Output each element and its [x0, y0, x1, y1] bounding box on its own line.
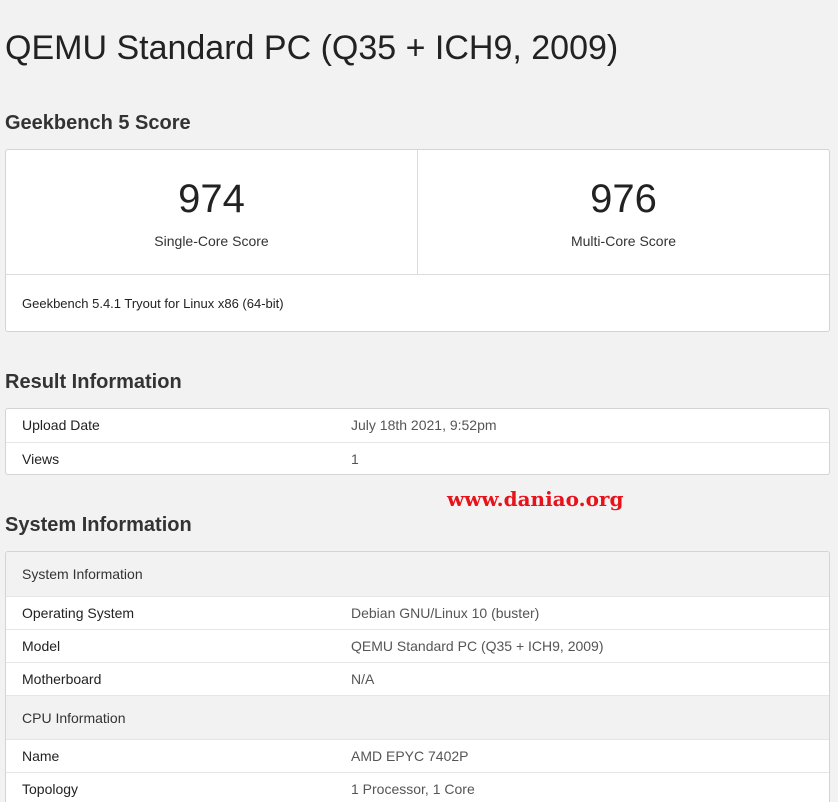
- single-core-cell: 974 Single-Core Score: [6, 150, 417, 274]
- row-value: 1: [351, 451, 359, 467]
- table-row-views: Views 1: [6, 442, 829, 474]
- row-value: July 18th 2021, 9:52pm: [351, 417, 497, 433]
- score-row: 974 Single-Core Score 976 Multi-Core Sco…: [6, 150, 829, 275]
- table-row-topology: Topology 1 Processor, 1 Core: [6, 772, 829, 802]
- system-information-table: System Information Operating System Debi…: [5, 551, 830, 802]
- row-value: Debian GNU/Linux 10 (buster): [351, 605, 540, 621]
- single-core-label: Single-Core Score: [154, 233, 269, 249]
- row-key: Operating System: [22, 605, 135, 621]
- multi-core-cell: 976 Multi-Core Score: [417, 150, 829, 274]
- system-information-heading: System Information: [5, 514, 192, 536]
- result-information-heading: Result Information: [5, 371, 182, 393]
- row-key: Topology: [22, 781, 79, 797]
- table-row-model: Model QEMU Standard PC (Q35 + ICH9, 2009…: [6, 629, 829, 662]
- table-row-upload-date: Upload Date July 18th 2021, 9:52pm: [6, 409, 829, 442]
- single-core-score: 974: [178, 177, 245, 221]
- multi-core-label: Multi-Core Score: [570, 233, 677, 249]
- row-value: N/A: [351, 671, 375, 687]
- row-value: QEMU Standard PC (Q35 + ICH9, 2009): [351, 638, 604, 654]
- page: QEMU Standard PC (Q35 + ICH9, 2009) Geek…: [0, 0, 838, 802]
- row-key: Motherboard: [22, 671, 102, 687]
- table-row-operating-system: Operating System Debian GNU/Linux 10 (bu…: [6, 596, 829, 629]
- geekbench-version: Geekbench 5.4.1 Tryout for Linux x86 (64…: [22, 296, 284, 311]
- row-key: Model: [22, 638, 61, 654]
- page-title: QEMU Standard PC (Q35 + ICH9, 2009): [5, 29, 619, 67]
- row-key: Upload Date: [22, 417, 100, 433]
- group-header-system: System Information: [6, 552, 829, 596]
- row-value: AMD EPYC 7402P: [351, 748, 469, 764]
- geekbench-score-heading: Geekbench 5 Score: [5, 112, 191, 134]
- row-value: 1 Processor, 1 Core: [351, 781, 475, 797]
- table-row-motherboard: Motherboard N/A: [6, 662, 829, 695]
- result-information-table: Upload Date July 18th 2021, 9:52pm Views…: [5, 408, 830, 475]
- watermark-text: www.daniao.org: [447, 487, 624, 511]
- group-header-cpu: CPU Information: [6, 695, 829, 739]
- table-row-cpu-name: Name AMD EPYC 7402P: [6, 739, 829, 772]
- row-key: Views: [22, 451, 60, 467]
- score-card: 974 Single-Core Score 976 Multi-Core Sco…: [5, 149, 830, 332]
- multi-core-score: 976: [590, 177, 657, 221]
- row-key: Name: [22, 748, 60, 764]
